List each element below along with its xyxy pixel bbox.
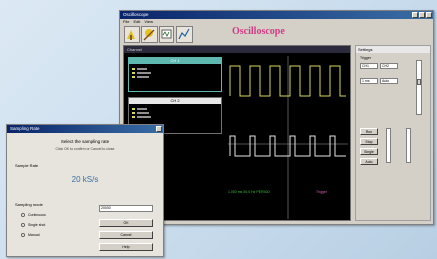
option-continuous-label: Continuous: [28, 213, 46, 217]
oscilloscope-window: Oscilloscope File Edit View Oscilloscope…: [119, 10, 434, 225]
display-tool-icon[interactable]: [159, 26, 174, 43]
minimize-button[interactable]: [412, 12, 418, 18]
rate-label: Sample Rate: [15, 163, 39, 168]
help-button[interactable]: Help: [99, 243, 153, 251]
ch2-marker-b: [132, 112, 135, 114]
dialog-title: Sampling Rate: [10, 126, 40, 131]
ch2-gain-slider[interactable]: [406, 128, 411, 163]
dialog-message: Select the sampling rate: [60, 139, 110, 144]
ch1-box[interactable]: CH 1: [128, 57, 222, 92]
close-button[interactable]: [426, 12, 432, 18]
channel-tool-icon[interactable]: [124, 26, 140, 43]
option-manual-radio[interactable]: [21, 233, 25, 237]
ch1-line-b: [137, 72, 151, 74]
menu-edit[interactable]: Edit: [133, 19, 140, 25]
dialog-titlebar: Sampling Rate: [7, 125, 163, 133]
trigger-readout: Trigger: [316, 190, 327, 194]
dialog-sub-message: Click OK to confirm or Cancel to close: [55, 147, 115, 151]
main-titlebar: Oscilloscope: [120, 11, 433, 19]
field-ch1[interactable]: CH1: [360, 63, 378, 69]
wand-tool-icon[interactable]: [141, 26, 158, 43]
field-mode[interactable]: Auto: [380, 78, 398, 84]
cancel-button[interactable]: Cancel: [99, 231, 153, 239]
dialog-close-button[interactable]: [156, 126, 162, 132]
field-ch2[interactable]: CH2: [380, 63, 398, 69]
option-continuous-radio[interactable]: [21, 213, 25, 217]
scope-header-bar: Channel: [124, 46, 350, 53]
trigger-label: Trigger: [360, 56, 371, 60]
option-single-radio[interactable]: [21, 223, 25, 227]
ch1-line-c: [137, 76, 149, 78]
run-button[interactable]: Run: [360, 128, 378, 135]
ok-button[interactable]: OK: [99, 219, 153, 227]
ch1-marker: [132, 68, 135, 70]
main-header-title: Oscilloscope: [232, 26, 285, 37]
main-window-title: Oscilloscope: [123, 12, 149, 17]
ch2-marker: [132, 108, 135, 110]
auto-button[interactable]: Auto: [360, 158, 378, 165]
trace-readout: 1.000 ms 50.0 Hz PERIOD: [228, 190, 270, 194]
level-slider-thumb[interactable]: [417, 79, 421, 85]
level-slider[interactable]: [416, 60, 422, 115]
ch2-line-a: [137, 108, 147, 110]
ch2-line-b: [137, 112, 149, 114]
ch2-marker-c: [132, 116, 135, 118]
single-button[interactable]: Single: [360, 148, 378, 155]
ch2-line-c: [137, 116, 151, 118]
ch1-gain-slider[interactable]: [386, 128, 391, 163]
ch1-marker-b: [132, 72, 135, 74]
ch1-line-a: [137, 68, 147, 70]
sampling-dialog: Sampling Rate Select the sampling rate C…: [6, 124, 164, 257]
waveform-display[interactable]: [228, 56, 348, 219]
main-menubar: File Edit View: [120, 19, 433, 25]
graph-tool-icon[interactable]: [176, 26, 193, 43]
ch2-header: CH 2: [129, 98, 221, 104]
sampling-mode-label: Sampling mode: [15, 202, 43, 207]
menu-file[interactable]: File: [123, 19, 129, 25]
left-panel-label: Channel: [127, 47, 142, 52]
maximize-button[interactable]: [419, 12, 425, 18]
stop-button[interactable]: Stop: [360, 138, 378, 145]
option-single-label: Single shot: [28, 223, 46, 227]
ch1-header: CH 1: [129, 58, 221, 64]
ch1-marker-c: [132, 76, 135, 78]
rate-value: 20 kS/s: [71, 175, 99, 184]
option-manual-label: Manual: [28, 233, 40, 237]
field-timebase[interactable]: 1 ms: [360, 78, 378, 84]
menu-view[interactable]: View: [144, 19, 153, 25]
control-panel-title: Settings: [356, 46, 430, 53]
rate-input[interactable]: 20000: [99, 205, 153, 212]
control-panel: Settings Trigger CH1 CH2 1 ms Auto Run S…: [355, 45, 431, 221]
